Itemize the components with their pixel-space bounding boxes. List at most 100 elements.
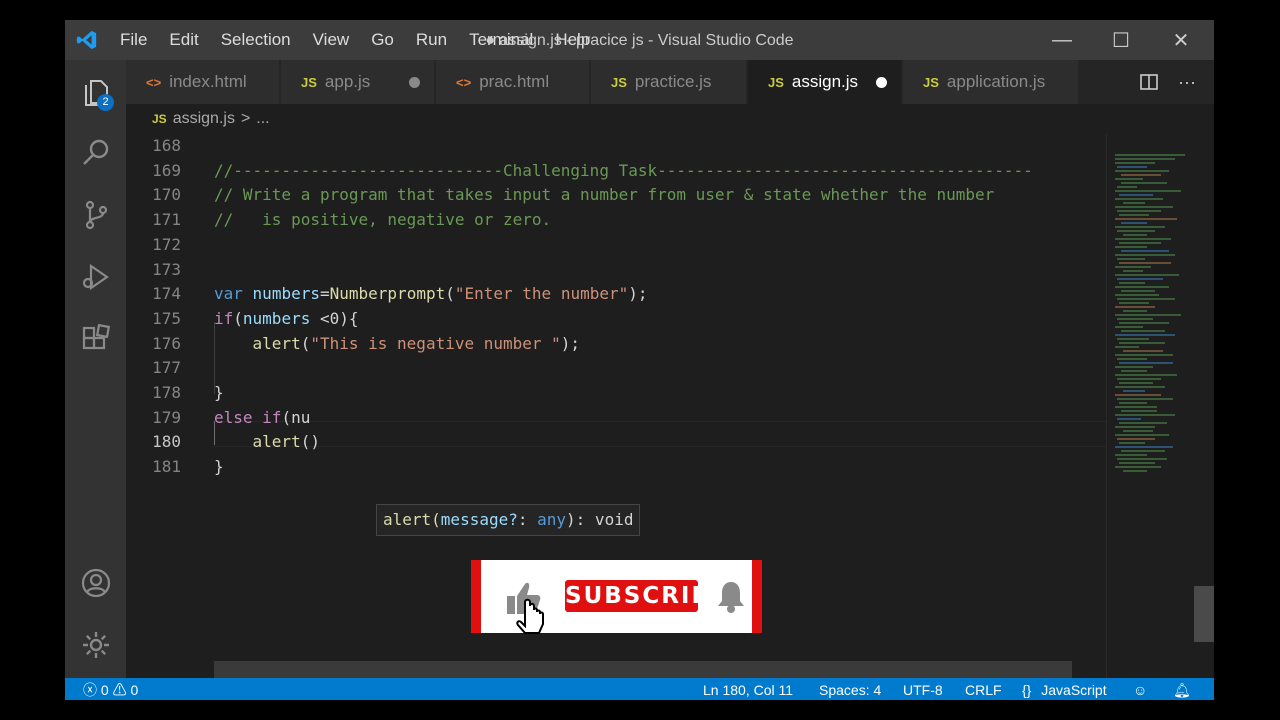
vertical-scrollbar[interactable] — [1194, 134, 1214, 678]
search-icon — [82, 139, 108, 165]
minimap-line — [1117, 230, 1155, 232]
bell-icon[interactable] — [715, 580, 747, 614]
menu-view[interactable]: View — [302, 30, 361, 50]
feedback-icon[interactable]: ☺ — [1133, 678, 1147, 700]
minimap-line — [1117, 318, 1153, 320]
code-text: // Write a program that takes input a nu… — [214, 185, 995, 205]
menu-selection[interactable]: Selection — [210, 30, 302, 50]
minimize-button[interactable]: — — [1033, 20, 1091, 60]
menu-help[interactable]: Help — [544, 30, 601, 50]
minimap-line — [1117, 398, 1173, 400]
breadcrumb-file[interactable]: assign.js — [173, 110, 235, 128]
breadcrumb: JS assign.js > ... — [126, 104, 1214, 134]
hint-param: message? — [440, 510, 518, 529]
code-text: if(numbers <0){ — [214, 308, 359, 328]
parameter-hint-popup: alert(message?: any): void — [376, 504, 641, 536]
language-label: JavaScript — [1041, 682, 1107, 698]
unsaved-dot-icon[interactable] — [876, 77, 887, 88]
line-ending[interactable]: CRLF — [965, 678, 1002, 700]
minimap-line — [1119, 214, 1149, 216]
code-line[interactable]: 178} — [126, 381, 1106, 406]
menu-file[interactable]: File — [109, 30, 158, 50]
hint-colon: : — [517, 510, 538, 529]
editor-tabs: <> index.html JS app.js <> prac.html JS … — [126, 60, 1214, 104]
tab-index-html[interactable]: <> index.html — [126, 60, 279, 104]
minimap-line — [1117, 358, 1147, 360]
line-number: 174 — [152, 284, 181, 304]
tab-practice-js[interactable]: JS practice.js — [591, 60, 746, 104]
vertical-scrollbar-thumb[interactable] — [1194, 586, 1214, 642]
line-number: 176 — [152, 333, 181, 353]
maximize-button[interactable]: ☐ — [1092, 20, 1150, 60]
code-line[interactable]: 177 — [126, 356, 1106, 381]
tab-application-js[interactable]: JS application.js — [903, 60, 1078, 104]
minimap-line — [1119, 442, 1145, 444]
menu-terminal[interactable]: Terminal — [458, 30, 544, 50]
code-line[interactable]: 173 — [126, 258, 1106, 283]
language-mode[interactable]: {} JavaScript — [1022, 678, 1107, 700]
extensions-button[interactable] — [65, 310, 126, 368]
minimap-line — [1119, 242, 1161, 244]
horizontal-scrollbar[interactable] — [214, 661, 1072, 678]
warning-icon: ⚠ — [112, 682, 127, 698]
js-file-icon: JS — [152, 112, 167, 126]
code-line[interactable]: 172 — [126, 233, 1106, 258]
minimap-line — [1115, 206, 1173, 208]
menu-edit[interactable]: Edit — [158, 30, 209, 50]
minimap-line — [1119, 382, 1153, 384]
split-editor-icon[interactable] — [1140, 73, 1158, 91]
minimap-line — [1115, 238, 1171, 240]
run-debug-button[interactable] — [65, 248, 126, 306]
source-control-button[interactable] — [65, 186, 126, 244]
explorer-badge: 2 — [97, 94, 114, 111]
accounts-button[interactable] — [65, 554, 126, 612]
menu-go[interactable]: Go — [360, 30, 405, 50]
code-line[interactable]: 181} — [126, 455, 1106, 480]
minimap-line — [1115, 454, 1147, 456]
tab-assign-js[interactable]: JS assign.js — [748, 60, 901, 104]
notification-bell-icon[interactable]: 🔔︎ — [1173, 678, 1191, 700]
minimap-line — [1115, 354, 1173, 356]
code-line[interactable]: 170 // Write a program that takes input a… — [126, 183, 1106, 208]
code-line[interactable]: 169 //----------------------------Challen… — [126, 159, 1106, 184]
code-line[interactable]: 171 // is positive, negative or zero. — [126, 208, 1106, 233]
search-button[interactable] — [65, 124, 126, 182]
tab-app-js[interactable]: JS app.js — [281, 60, 434, 104]
tab-label: assign.js — [791, 72, 859, 91]
minimap-line — [1123, 270, 1143, 272]
code-line[interactable]: 174 var numbers=Numberprompt("Enter the n… — [126, 282, 1106, 307]
minimap-line — [1115, 334, 1175, 336]
menu-run[interactable]: Run — [405, 30, 458, 50]
thumbs-up-icon[interactable] — [503, 576, 551, 634]
code-line[interactable]: 180 alert() — [126, 430, 1106, 455]
minimap-line — [1115, 386, 1165, 388]
line-number: 173 — [152, 259, 181, 279]
error-count: 0 — [100, 682, 109, 698]
explorer-button[interactable]: 2 — [65, 62, 126, 120]
breadcrumb-symbols[interactable]: ... — [256, 110, 269, 128]
account-icon — [81, 568, 110, 598]
problems-indicator[interactable]: ⓧ 0 ⚠ 0 — [83, 678, 138, 700]
tab-prac-html[interactable]: <> prac.html — [436, 60, 589, 104]
close-button[interactable]: ✕ — [1152, 20, 1210, 60]
code-line[interactable]: 179 else if(nu — [126, 406, 1106, 431]
more-actions-icon[interactable]: ··· — [1178, 72, 1196, 93]
code-text: // is positive, negative or zero. — [214, 210, 552, 230]
minimap-line — [1121, 182, 1167, 184]
cursor-position[interactable]: Ln 180, Col 11 — [703, 678, 793, 700]
gear-icon — [82, 632, 109, 658]
code-line[interactable]: 176 alert("This is negative number "); — [126, 332, 1106, 357]
code-line[interactable]: 175 if(numbers <0){ — [126, 307, 1106, 332]
minimap[interactable] — [1106, 134, 1195, 678]
title-bar: File Edit Selection View Go Run Terminal… — [65, 20, 1214, 60]
encoding[interactable]: UTF-8 — [903, 678, 943, 700]
minimap-line — [1115, 286, 1169, 288]
manage-button[interactable] — [65, 616, 126, 674]
code-text: var numbers=Numberprompt("Enter the numb… — [214, 284, 648, 304]
indentation[interactable]: Spaces: 4 — [819, 678, 881, 700]
subscribe-button[interactable]: SUBSCRIBE — [565, 580, 727, 612]
code-line[interactable]: 168 — [126, 134, 1106, 159]
minimap-line — [1121, 250, 1169, 252]
minimap-line — [1123, 350, 1163, 352]
unsaved-dot-icon[interactable] — [409, 77, 420, 88]
